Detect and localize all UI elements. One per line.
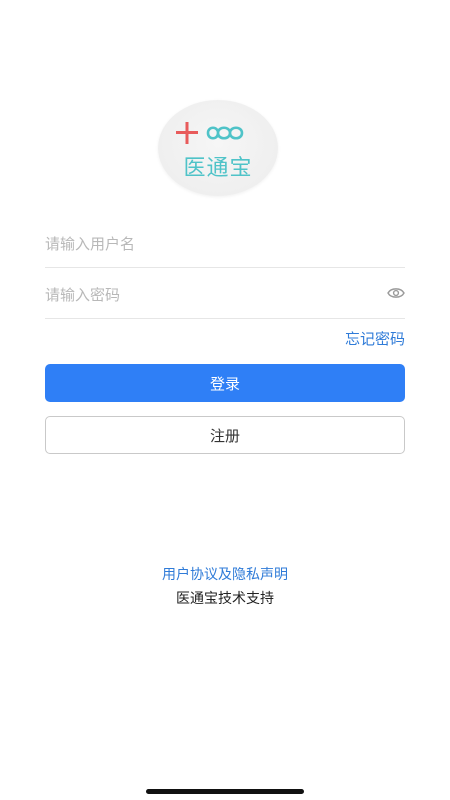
infinity-icon <box>206 126 244 140</box>
logo-mark <box>176 122 244 144</box>
app-logo: 医通宝 <box>158 100 278 196</box>
user-agreement-link[interactable]: 用户协议及隐私声明 <box>0 564 450 584</box>
home-indicator[interactable] <box>146 789 304 794</box>
forgot-password-link[interactable]: 忘记密码 <box>345 328 405 349</box>
username-input[interactable] <box>45 230 365 258</box>
logo-text: 医通宝 <box>183 156 253 181</box>
login-button[interactable]: 登录 <box>45 364 405 402</box>
register-button[interactable]: 注册 <box>45 416 405 454</box>
register-button-label: 注册 <box>209 426 240 445</box>
eye-icon[interactable] <box>387 286 405 300</box>
plus-icon <box>176 122 198 144</box>
tech-support-text: 医通宝技术支持 <box>176 591 274 607</box>
password-field-row <box>45 268 405 319</box>
password-input[interactable] <box>45 281 365 309</box>
username-field-row <box>45 217 405 268</box>
login-button-label: 登录 <box>209 374 240 393</box>
